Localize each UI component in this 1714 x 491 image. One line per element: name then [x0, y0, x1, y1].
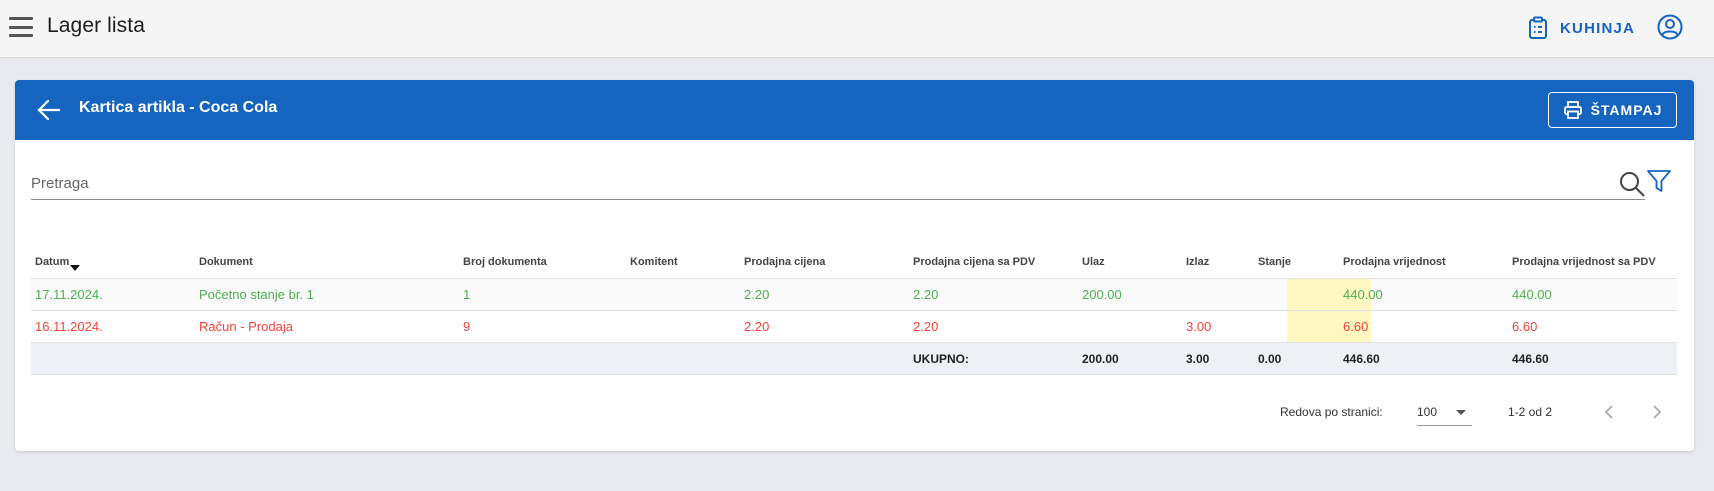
- total-stanje: 0.00: [1258, 351, 1282, 366]
- printer-icon: [1563, 101, 1582, 119]
- cell-prodajna-cijena-pdv: 2.20: [913, 319, 939, 334]
- total-ulaz: 200.00: [1082, 351, 1119, 366]
- account-icon[interactable]: [1656, 13, 1684, 41]
- page-range: 1-2 od 2: [1508, 405, 1553, 419]
- column-header-ulaz[interactable]: Ulaz: [1078, 240, 1105, 278]
- column-header-prodajna-cijena-pdv[interactable]: Prodajna cijena sa PDV: [909, 240, 1035, 278]
- cell-prodajna-cijena: 2.20: [744, 319, 770, 334]
- column-header-dokument[interactable]: Dokument: [195, 240, 253, 278]
- cell-datum: 17.11.2024.: [35, 287, 103, 302]
- kitchen-label: KUHINJA: [1560, 19, 1636, 37]
- search-field: [31, 168, 1645, 200]
- cell-prodajna-vrijednost-pdv: 440.00: [1512, 287, 1552, 302]
- cell-komitent: [626, 311, 630, 342]
- rows-per-page-label: Redova po stranici:: [1280, 405, 1383, 419]
- chevron-right-icon[interactable]: [1645, 400, 1669, 424]
- cell-ulaz: 200.00: [1082, 287, 1122, 302]
- print-label: ŠTAMPAJ: [1590, 102, 1663, 118]
- item-history-table: Datum Dokument Broj dokumenta Komitent P…: [31, 240, 1677, 375]
- cell-prodajna-vrijednost: 6.60: [1343, 319, 1369, 334]
- card-header: Kartica artikla - Coca Cola ŠTAMPAJ: [15, 80, 1694, 140]
- cell-prodajna-vrijednost-pdv: 6.60: [1512, 319, 1538, 334]
- cell-dokument: Početno stanje br. 1: [199, 287, 314, 302]
- column-header-prodajna-cijena[interactable]: Prodajna cijena: [740, 240, 825, 278]
- menu-icon[interactable]: [9, 15, 33, 39]
- card-title: Kartica artikla - Coca Cola: [79, 99, 278, 116]
- filter-icon[interactable]: [1645, 167, 1673, 195]
- total-izlaz: 3.00: [1186, 351, 1210, 366]
- cell-komitent: [626, 279, 630, 310]
- table-row[interactable]: 17.11.2024. Početno stanje br. 1 1 2.20 …: [31, 279, 1677, 311]
- table-header-row: Datum Dokument Broj dokumenta Komitent P…: [31, 240, 1677, 279]
- column-header-izlaz[interactable]: Izlaz: [1182, 240, 1209, 278]
- cell-prodajna-vrijednost: 440.00: [1343, 287, 1383, 302]
- chevron-left-icon[interactable]: [1597, 400, 1621, 424]
- total-label: UKUPNO:: [913, 351, 969, 366]
- column-header-stanje[interactable]: Stanje: [1254, 240, 1291, 278]
- cell-stanje: [1254, 279, 1258, 310]
- cell-izlaz: [1182, 279, 1186, 310]
- search-input[interactable]: [31, 168, 1601, 198]
- cell-datum: 16.11.2024.: [35, 319, 103, 334]
- cell-ulaz: [1078, 311, 1082, 342]
- total-prodajna-vrijednost: 446.60: [1343, 351, 1380, 366]
- cell-broj-dokumenta: 1: [463, 287, 471, 302]
- page-title: Lager lista: [47, 14, 145, 37]
- item-card: Kartica artikla - Coca Cola ŠTAMPAJ Datu…: [15, 80, 1694, 451]
- rows-per-page-select[interactable]: 100: [1417, 398, 1472, 426]
- app-bar: Lager lista KUHINJA: [0, 0, 1714, 58]
- column-header-datum[interactable]: Datum: [31, 240, 81, 278]
- cell-izlaz: 3.00: [1186, 319, 1212, 334]
- kitchen-button[interactable]: KUHINJA: [1528, 13, 1635, 43]
- back-arrow-icon[interactable]: [35, 96, 63, 124]
- column-header-prodajna-vrijednost[interactable]: Prodajna vrijednost: [1339, 240, 1446, 278]
- cell-prodajna-cijena-pdv: 2.20: [913, 287, 939, 302]
- cell-broj-dokumenta: 9: [463, 319, 471, 334]
- table-row[interactable]: 16.11.2024. Račun - Prodaja 9 2.20 2.20 …: [31, 311, 1677, 343]
- table-total-row: UKUPNO: 200.00 3.00 0.00 446.60 446.60: [31, 343, 1677, 375]
- search-icon[interactable]: [1618, 170, 1646, 198]
- total-prodajna-vrijednost-pdv: 446.60: [1512, 351, 1549, 366]
- column-header-broj-dokumenta[interactable]: Broj dokumenta: [459, 240, 547, 278]
- pagination: Redova po stranici: 100 1-2 od 2: [15, 392, 1694, 432]
- column-header-komitent[interactable]: Komitent: [626, 240, 678, 278]
- cell-prodajna-cijena: 2.20: [744, 287, 770, 302]
- print-button[interactable]: ŠTAMPAJ: [1548, 92, 1677, 128]
- sort-desc-icon: [70, 265, 81, 271]
- clipboard-icon: [1529, 16, 1547, 39]
- caret-down-icon: [1456, 410, 1466, 415]
- cell-dokument: Račun - Prodaja: [199, 319, 293, 334]
- column-header-prodajna-vrijednost-pdv[interactable]: Prodajna vrijednost sa PDV: [1508, 240, 1656, 278]
- cell-stanje: [1254, 311, 1258, 342]
- rows-per-page-value: 100: [1417, 404, 1438, 419]
